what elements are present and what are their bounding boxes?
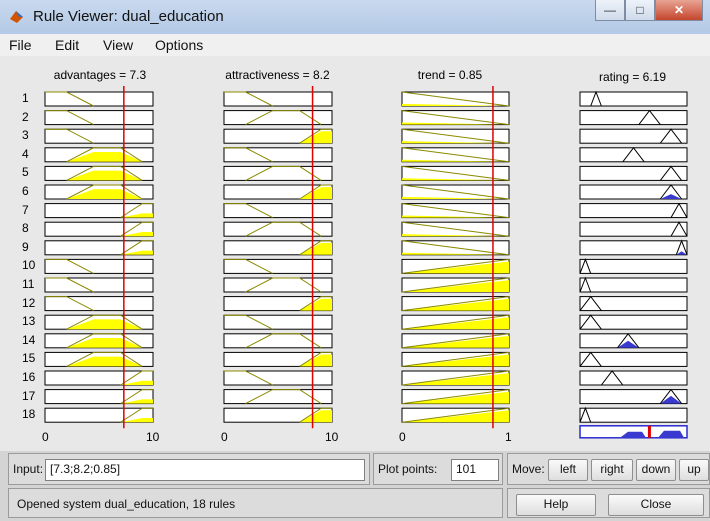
input-vector-field[interactable]: [7.3;8.2;0.85]: [45, 459, 365, 481]
rule-cell-att: [223, 128, 333, 144]
plot-points-label: Plot points:: [378, 462, 438, 476]
rule-cell-out: [579, 406, 688, 423]
rule-cell-out: [579, 202, 688, 219]
rule-cell-out: [579, 109, 688, 126]
rule-cell-out: [579, 370, 688, 386]
status-text: Opened system dual_education, 18 rules: [17, 497, 236, 511]
rule-cell-adv: [44, 277, 154, 293]
menu-edit[interactable]: Edit: [55, 37, 79, 53]
plot-points-field[interactable]: 101: [451, 459, 499, 481]
rule-plot-area: advantages = 7.3 attractiveness = 8.2 tr…: [0, 56, 710, 451]
rule-cell-adv: [44, 314, 154, 330]
input-label: Input:: [13, 462, 44, 476]
menu-file[interactable]: File: [9, 37, 32, 53]
rule-cell-adv: [44, 258, 154, 274]
move-left-button[interactable]: left: [548, 459, 588, 481]
rule-cell-adv: [44, 389, 154, 405]
rule-cell-adv: [44, 110, 154, 126]
rule-cell-out: [579, 239, 688, 256]
rule-cell-adv: [44, 370, 154, 386]
rule-cell-att: [223, 203, 333, 219]
rule-cell-out: [579, 128, 688, 144]
window-title: Rule Viewer: dual_education: [33, 8, 224, 25]
rule-cell-out: [579, 332, 688, 349]
rule-cell-adv: [44, 147, 154, 163]
rule-cell-att: [223, 110, 333, 126]
rule-cell-out: [579, 295, 688, 312]
rule-cell-out: [579, 257, 688, 274]
move-label: Move:: [512, 462, 545, 476]
rule-cell-adv: [44, 184, 154, 200]
rule-grid: [44, 86, 688, 439]
rule-cell-out: [579, 184, 688, 200]
dialog-buttons: Help Close: [507, 488, 710, 518]
rule-cell-att: [223, 389, 333, 405]
input-panel: Input: [7.3;8.2;0.85]: [8, 453, 370, 485]
close-icon[interactable]: ✕: [655, 0, 703, 21]
menu-options[interactable]: Options: [155, 37, 203, 53]
rule-cell-adv: [44, 91, 154, 107]
rule-cell-att: [223, 240, 333, 256]
move-down-button[interactable]: down: [636, 459, 676, 481]
rule-cell-adv: [44, 203, 154, 219]
rule-cell-out: [579, 221, 688, 237]
rule-cell-att: [223, 333, 333, 349]
rule-cell-att: [223, 91, 333, 107]
rule-cell-adv: [44, 221, 154, 237]
minimize-icon[interactable]: —: [595, 0, 625, 21]
rule-cell-out: [579, 165, 688, 181]
move-panel: Move: left right down up: [507, 453, 710, 485]
status-bar: Opened system dual_education, 18 rules: [8, 488, 503, 518]
rule-cell-adv: [44, 407, 154, 423]
plot-points-panel: Plot points: 101: [373, 453, 503, 485]
rule-cell-out: [579, 90, 688, 107]
move-right-button[interactable]: right: [591, 459, 633, 481]
window-controls: — □ ✕: [595, 0, 703, 22]
rule-cell-att: [223, 165, 333, 181]
menu-view[interactable]: View: [103, 37, 133, 53]
control-panel: Input: [7.3;8.2;0.85] Plot points: 101 M…: [0, 451, 710, 521]
move-up-button[interactable]: up: [679, 459, 709, 481]
rule-cell-att: [223, 370, 333, 386]
rule-cell-att: [223, 407, 333, 423]
menu-bar: File Edit View Options: [0, 34, 710, 56]
rule-cell-adv: [44, 333, 154, 349]
rule-cell-out: [579, 351, 688, 367]
rule-cell-att: [223, 277, 333, 293]
help-button[interactable]: Help: [516, 494, 596, 516]
matlab-icon: [10, 11, 23, 23]
rule-cell-adv: [44, 240, 154, 256]
rule-cell-att: [223, 314, 333, 330]
rule-cell-adv: [44, 165, 154, 181]
rule-cell-att: [223, 258, 333, 274]
rule-cell-att: [223, 184, 333, 200]
rule-cell-att: [223, 351, 333, 367]
rule-cell-out: [579, 314, 688, 330]
rule-cell-adv: [44, 351, 154, 367]
rule-cell-out: [579, 388, 688, 405]
rule-cell-att: [223, 296, 333, 312]
rule-cell-adv: [44, 296, 154, 312]
close-button[interactable]: Close: [608, 494, 704, 516]
rule-cell-att: [223, 147, 333, 163]
title-bar: Rule Viewer: dual_education — □ ✕: [0, 0, 710, 34]
rule-cell-out: [579, 146, 688, 163]
maximize-icon[interactable]: □: [625, 0, 655, 21]
rule-cell-adv: [44, 128, 154, 144]
rule-cell-out: [579, 276, 688, 293]
rule-cell-att: [223, 221, 333, 237]
